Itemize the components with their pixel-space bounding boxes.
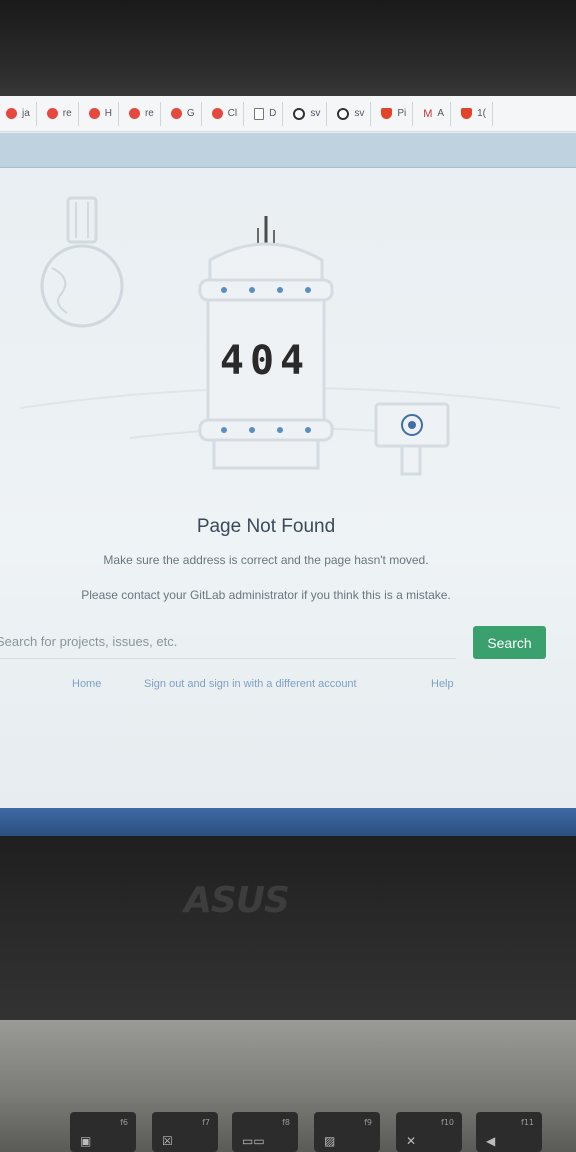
search-input[interactable]	[0, 624, 456, 659]
bookmark-label: sv	[354, 108, 365, 119]
help-link[interactable]: Help	[431, 678, 454, 690]
red-circle-icon	[46, 108, 58, 119]
bookmark-item[interactable]: H	[83, 101, 119, 126]
gitlab-icon	[461, 108, 473, 119]
f6-key[interactable]: f6 ▣	[70, 1112, 136, 1152]
mute-icon: ✕	[406, 1134, 417, 1148]
bookmark-label: D	[269, 108, 277, 119]
volume-down-icon: ◀	[486, 1134, 496, 1148]
monitor-top-bezel	[0, 0, 576, 100]
bookmark-label: G	[186, 108, 195, 119]
document-icon	[254, 107, 265, 120]
red-circle-icon	[128, 108, 140, 119]
error-code: 404	[219, 338, 311, 384]
monitor-bottom-bezel	[0, 836, 576, 1026]
gitlab-top-navbar	[0, 133, 576, 168]
error-message: Make sure the address is correct and the…	[103, 553, 429, 567]
bookmark-item[interactable]: Cl	[206, 101, 245, 126]
display-off-icon: ☒	[162, 1134, 173, 1148]
keyboard-icon: ▣	[80, 1134, 92, 1148]
bookmarks-bar: ja re H re G Cl D sv sv Pi MA 1(	[0, 96, 576, 132]
robot-icon	[374, 402, 450, 476]
github-icon	[293, 107, 306, 120]
bookmark-label: re	[144, 108, 154, 119]
gitlab-icon	[381, 108, 393, 119]
bookmark-label: A	[437, 108, 445, 119]
red-circle-icon	[88, 108, 100, 119]
f11-key[interactable]: f11 ◀	[476, 1112, 542, 1152]
brand-logo: ASUS	[184, 880, 290, 921]
dual-display-icon: ▭▭	[242, 1134, 265, 1148]
lost-in-space-illustration	[19, 196, 561, 476]
contact-admin-message: Please contact your GitLab administrator…	[81, 588, 451, 602]
github-icon	[337, 107, 350, 120]
page-title: Page Not Found	[196, 516, 336, 537]
gmail-icon: M	[423, 107, 433, 120]
red-circle-icon	[170, 108, 182, 119]
bookmark-label: sv	[310, 108, 321, 119]
bookmark-label: Pi	[397, 108, 407, 119]
bookmark-label: H	[104, 108, 112, 119]
browser-screen: ja re H re G Cl D sv sv Pi MA 1(404 Pag…	[0, 96, 576, 836]
f9-key[interactable]: f9 ▨	[314, 1112, 380, 1152]
bookmark-item[interactable]: sv	[287, 101, 328, 126]
error-page: 404 Page Not Found Make sure the address…	[0, 168, 576, 808]
search-button[interactable]: Search	[473, 626, 546, 659]
f10-key[interactable]: f10 ✕	[396, 1112, 462, 1152]
planet-icon	[40, 196, 124, 328]
bookmark-item[interactable]: ja	[0, 101, 37, 126]
bookmark-label: ja	[22, 108, 30, 119]
f7-key[interactable]: f7 ☒	[152, 1112, 218, 1152]
bookmark-label: Cl	[227, 108, 238, 119]
bookmark-item[interactable]: re	[41, 101, 79, 126]
red-circle-icon	[211, 108, 223, 119]
bookmark-item[interactable]: re	[123, 101, 161, 126]
bookmark-item[interactable]: sv	[331, 101, 372, 126]
bookmark-item[interactable]: MA	[417, 101, 452, 126]
bookmark-item[interactable]: D	[248, 101, 284, 126]
f8-key[interactable]: f8 ▭▭	[232, 1112, 298, 1152]
red-circle-icon	[6, 108, 17, 119]
function-key-row: f6 ▣ f7 ☒ f8 ▭▭ f9 ▨ f10 ✕ f11 ◀	[0, 1112, 576, 1152]
touchpad-icon: ▨	[324, 1134, 336, 1148]
bookmark-item[interactable]: G	[165, 101, 202, 126]
os-taskbar	[0, 808, 576, 836]
bookmark-label: re	[62, 108, 72, 119]
home-link[interactable]: Home	[72, 678, 101, 690]
bookmark-item[interactable]: Pi	[375, 101, 414, 126]
bookmark-label: 1(	[477, 108, 486, 119]
bookmark-item[interactable]: 1(	[455, 101, 493, 126]
sign-out-link[interactable]: Sign out and sign in with a different ac…	[144, 678, 357, 690]
